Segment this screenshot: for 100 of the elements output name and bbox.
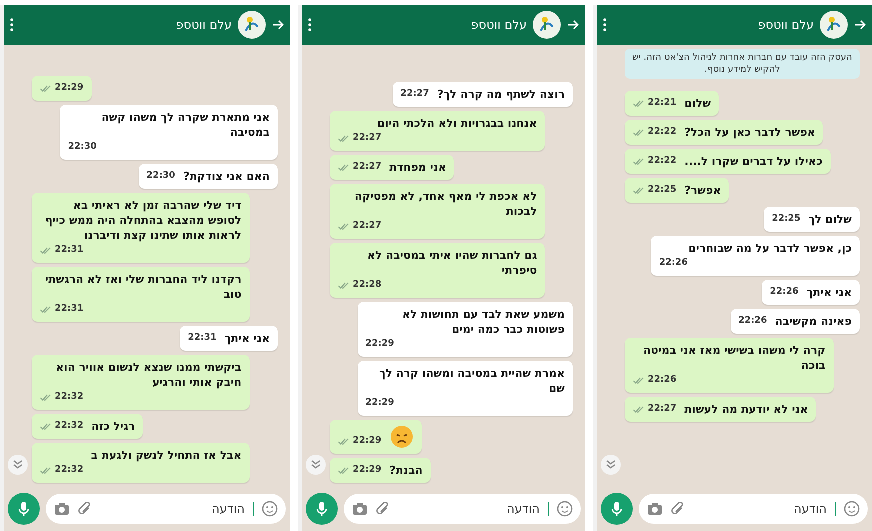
message-text: פאינה מקשיבה bbox=[775, 314, 852, 329]
message-time: 22:31 bbox=[40, 243, 84, 258]
microphone-icon bbox=[18, 501, 30, 517]
more-options-icon[interactable] bbox=[10, 18, 14, 32]
message-time: 22:26 bbox=[659, 257, 688, 270]
message-text: אפשר? bbox=[684, 183, 722, 198]
message-time: 22:22 bbox=[633, 154, 677, 169]
message-text: רוצה לשתף מה קרה לך? bbox=[437, 87, 565, 102]
message-field[interactable]: הודעה bbox=[46, 494, 286, 524]
message-field[interactable]: הודעה bbox=[344, 494, 581, 524]
message-time: 22:27 bbox=[338, 160, 382, 175]
message-text: אני איתך bbox=[224, 331, 270, 346]
message-time: 22:29 bbox=[366, 397, 394, 410]
more-options-icon[interactable] bbox=[308, 18, 312, 32]
paperclip-icon[interactable] bbox=[671, 502, 685, 516]
microphone-button[interactable] bbox=[306, 493, 338, 525]
message-time: 22:31 bbox=[40, 302, 84, 317]
message-text: אבל אז התחיל לנשק ולגעת ב bbox=[91, 448, 242, 463]
camera-icon[interactable] bbox=[352, 502, 368, 516]
double-check-icon bbox=[633, 100, 645, 108]
message-text: קרה לי משהו בשישי מאז אני במיטה בוכה bbox=[642, 343, 826, 373]
message-text: דיד שלי שהרבה זמן לא ראיתי בא לסופש מהצבא בהתחלה היה ממש כייף לראות אותו שתינו קצת ודיברנו bbox=[44, 198, 242, 243]
message-text: אני מתארת שקרה לך משהו קשה במסיבה bbox=[100, 110, 270, 140]
message-time: 22:29 bbox=[338, 434, 382, 449]
double-check-icon bbox=[633, 376, 645, 384]
double-check-icon bbox=[338, 134, 350, 142]
double-check-icon bbox=[40, 466, 52, 474]
message-placeholder: הודעה bbox=[212, 502, 245, 516]
back-arrow-icon[interactable] bbox=[854, 19, 866, 31]
message-time: 22:26 bbox=[633, 373, 677, 388]
message-text: אני מפחדת bbox=[390, 160, 446, 175]
message-time: 22:27 bbox=[338, 131, 382, 146]
message-time: 22:26 bbox=[770, 286, 799, 299]
double-check-icon bbox=[633, 186, 645, 194]
message-text: משמע שאת לבד עם תחושות לא פשוטות כבר כמה ימים bbox=[401, 307, 565, 337]
message-placeholder: הודעה bbox=[794, 502, 827, 516]
message-text: גם לחברות שהיו איתי במסיבה לא סיפרתי bbox=[366, 248, 538, 278]
message-time: 22:21 bbox=[633, 96, 677, 111]
message-text: אפשר לדבר כאן על הכל? bbox=[684, 125, 816, 140]
sad-face-icon bbox=[390, 425, 414, 449]
scroll-down-icon[interactable] bbox=[8, 455, 28, 475]
message-text: כאילו על דברים שקרו ל.... bbox=[684, 154, 823, 169]
message-text: האם אני צודקת? bbox=[183, 169, 270, 184]
scroll-down-icon[interactable] bbox=[306, 455, 326, 475]
message-field[interactable]: הודעה bbox=[639, 494, 868, 524]
double-check-icon bbox=[633, 158, 645, 166]
camera-icon[interactable] bbox=[647, 502, 663, 516]
more-options-icon[interactable] bbox=[603, 18, 607, 32]
scroll-down-icon[interactable] bbox=[601, 455, 621, 475]
message-text: ביקשתי ממנו שנצא לנשום אוויר הוא חיבק אותי והרגיע bbox=[55, 360, 242, 390]
message-text: לא אכפת לי מאף אחד, לא מפסיקה לבכות bbox=[354, 189, 538, 219]
double-check-icon bbox=[40, 246, 52, 254]
message-time: 22:31 bbox=[188, 332, 217, 345]
message-text: הבנת? bbox=[390, 463, 423, 478]
double-check-icon bbox=[40, 422, 52, 430]
back-arrow-icon[interactable] bbox=[567, 19, 579, 31]
message-time: 22:29 bbox=[338, 463, 382, 478]
chat-title: עלם ווטספ bbox=[758, 18, 814, 32]
message-time: 22:30 bbox=[68, 141, 97, 154]
message-text: רקדנו ליד החברות שלי ואז לא הרגשתי טוב bbox=[44, 272, 242, 302]
message-time: 22:29 bbox=[40, 81, 84, 96]
message-text: אני לא יודעת מה לעשות bbox=[684, 402, 808, 417]
double-check-icon bbox=[338, 438, 350, 446]
logo-icon bbox=[533, 11, 561, 39]
message-text: אמרת שהיית במסיבה ומשהו קרה לך שם bbox=[378, 366, 565, 396]
double-check-icon bbox=[338, 222, 350, 230]
paperclip-icon[interactable] bbox=[78, 502, 92, 516]
message-text: שלום bbox=[684, 96, 712, 111]
smiley-icon[interactable] bbox=[844, 501, 860, 517]
double-check-icon bbox=[633, 128, 645, 136]
message-text: רגיל כזה bbox=[92, 419, 136, 434]
message-placeholder: הודעה bbox=[506, 502, 540, 516]
smiley-icon[interactable] bbox=[262, 501, 278, 517]
paperclip-icon[interactable] bbox=[376, 502, 390, 516]
message-text: כן, אפשר לדבר על מה שבוחרים bbox=[688, 241, 852, 256]
business-notice[interactable]: העסק הזה עובד עם חברות אחרות לניהול הצ'אט הזה. יש להקיש למידע נוסף. bbox=[625, 49, 860, 79]
chat-title: עלם ווטספ bbox=[176, 18, 232, 32]
message-text: אנחנו בבגרויות ולא הלכתי היום bbox=[377, 116, 538, 131]
camera-icon[interactable] bbox=[54, 502, 70, 516]
message-time: 22:32 bbox=[40, 463, 84, 478]
double-check-icon bbox=[40, 84, 52, 92]
back-arrow-icon[interactable] bbox=[272, 19, 284, 31]
smiley-icon[interactable] bbox=[557, 501, 573, 517]
double-check-icon bbox=[40, 394, 52, 402]
microphone-button[interactable] bbox=[601, 493, 633, 525]
message-time: 22:32 bbox=[40, 390, 84, 405]
message-time: 22:27 bbox=[338, 219, 382, 234]
message-time: 22:25 bbox=[772, 213, 801, 226]
double-check-icon bbox=[338, 466, 350, 474]
message-time: 22:22 bbox=[633, 125, 677, 140]
message-time: 22:26 bbox=[738, 315, 768, 328]
message-time: 22:30 bbox=[146, 170, 176, 183]
microphone-button[interactable] bbox=[8, 493, 40, 525]
microphone-icon bbox=[611, 501, 623, 517]
message-time: 22:27 bbox=[633, 402, 677, 417]
microphone-icon bbox=[316, 501, 328, 517]
message-time: 22:25 bbox=[633, 183, 677, 198]
message-time: 22:29 bbox=[366, 338, 394, 351]
double-check-icon bbox=[338, 164, 350, 172]
message-text: שלום לך bbox=[808, 212, 852, 227]
